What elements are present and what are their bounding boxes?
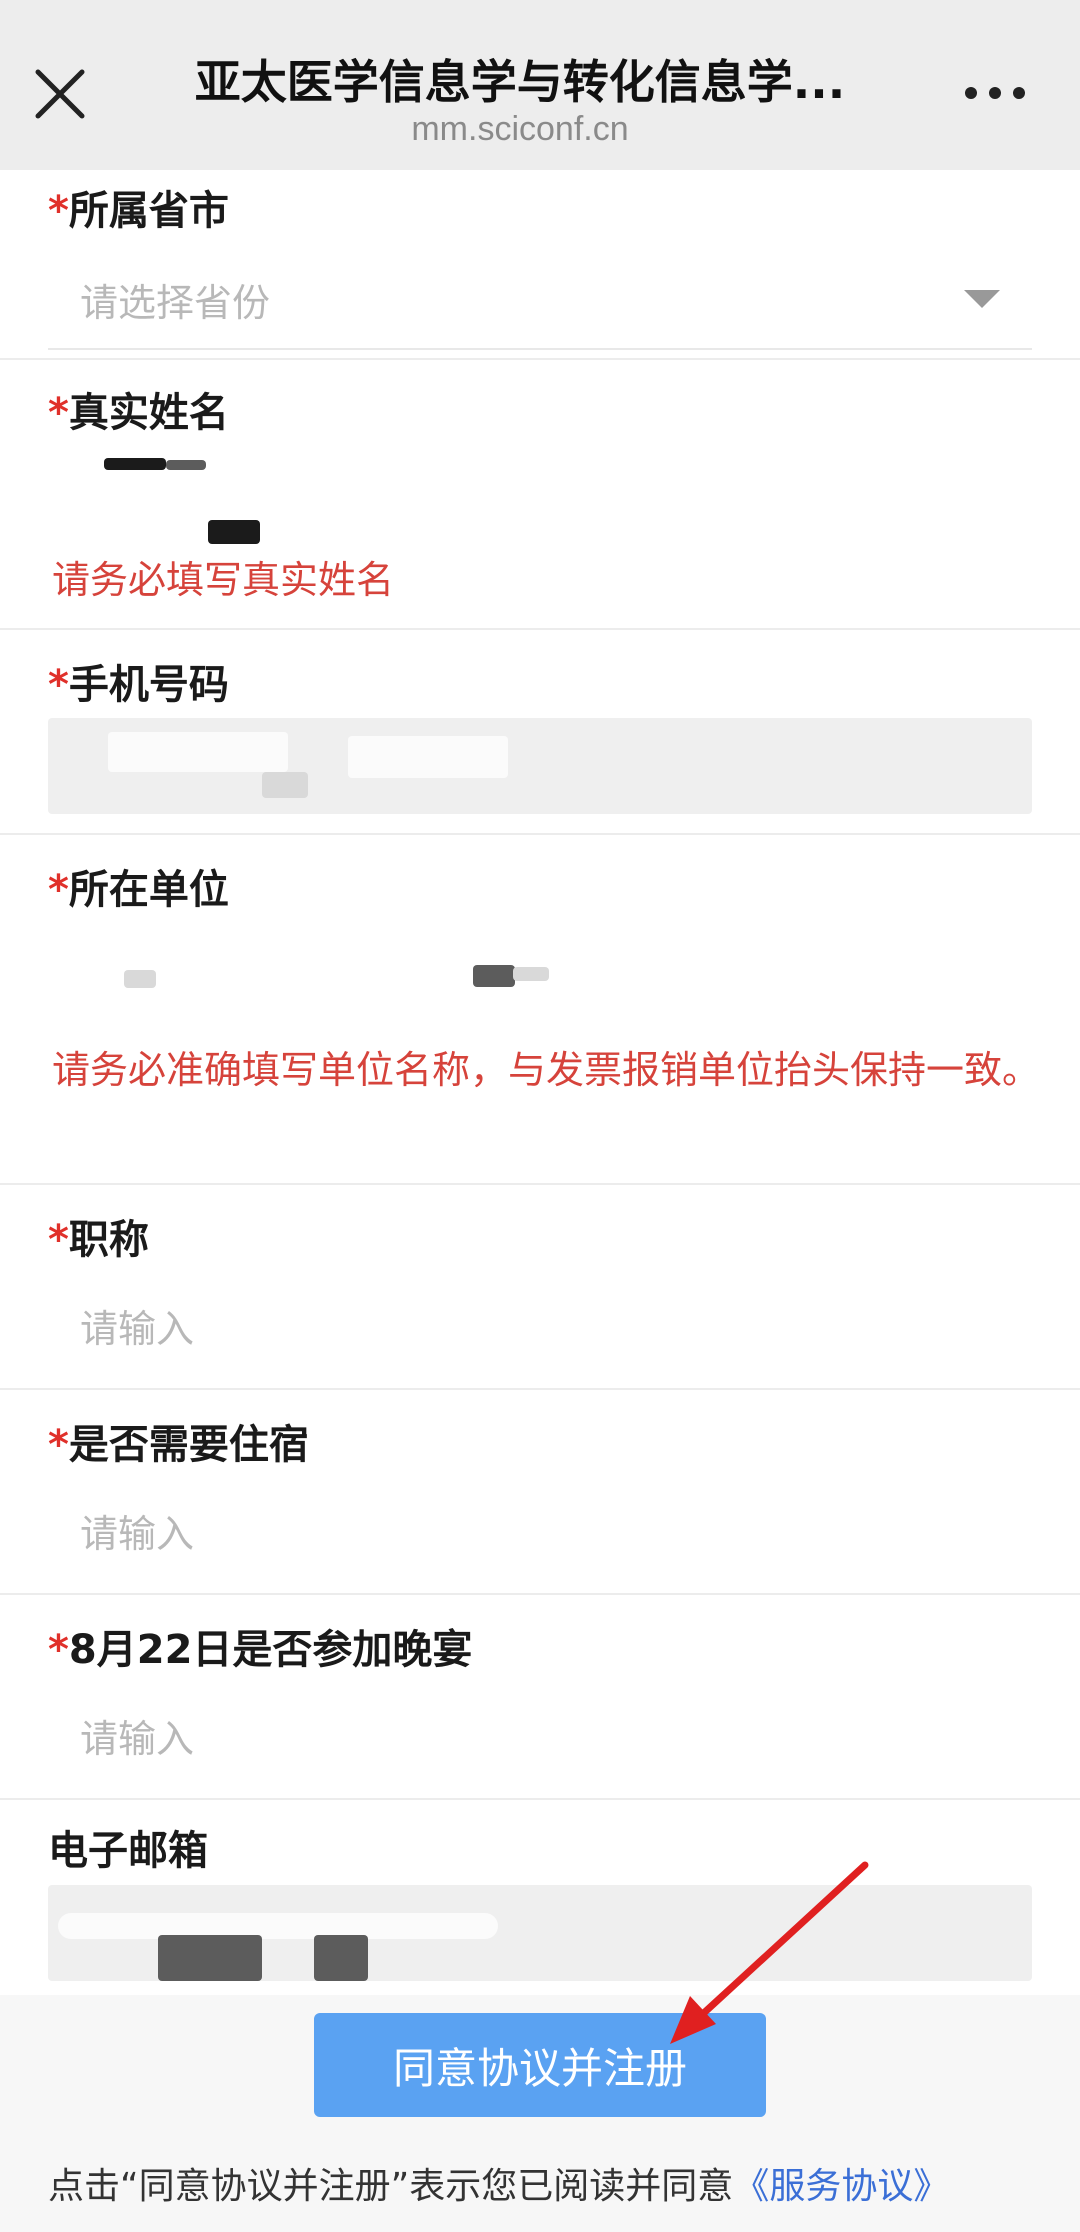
- redacted-text: [348, 736, 508, 778]
- more-dots-icon: [965, 87, 1025, 99]
- redacted-text: [108, 732, 288, 772]
- province-placeholder: 请选择省份: [80, 281, 271, 325]
- redacted-text: [124, 970, 156, 988]
- phone-label: *手机号码: [48, 652, 229, 710]
- email-label: 电子邮箱: [48, 1828, 208, 1874]
- required-mark: *: [48, 662, 69, 708]
- phone-section: *手机号码: [0, 630, 1080, 835]
- banquet-label: *8月22日是否参加晚宴: [48, 1617, 472, 1675]
- redacted-text: [166, 460, 206, 470]
- phone-label-text: 手机号码: [68, 662, 229, 708]
- real-name-section: *真实姓名 请务必填写真实姓名: [0, 360, 1080, 630]
- real-name-input[interactable]: [48, 440, 1032, 550]
- banquet-section: *8月22日是否参加晚宴 请输入: [0, 1595, 1080, 1800]
- accommodation-section: *是否需要住宿 请输入: [0, 1390, 1080, 1595]
- organization-input[interactable]: [48, 925, 1032, 1035]
- agree-and-register-button[interactable]: 同意协议并注册: [314, 2013, 766, 2117]
- registration-form: *所属省市 请选择省份 *真实姓名 请务必填写真实姓名 *手机号码 *所在单位: [0, 170, 1080, 1995]
- redacted-text: [158, 1935, 262, 1981]
- page-title: 亚太医学信息学与转化信息学...: [194, 55, 846, 109]
- organization-label-text: 所在单位: [68, 867, 229, 913]
- organization-label: *所在单位: [48, 857, 229, 915]
- close-icon: [35, 69, 85, 119]
- redacted-text: [262, 772, 308, 798]
- province-label-text: 所属省市: [68, 188, 229, 234]
- service-agreement-link[interactable]: 《服务协议》: [733, 2166, 949, 2207]
- close-button[interactable]: [28, 62, 92, 126]
- redacted-text: [513, 967, 549, 981]
- required-mark: *: [48, 1422, 69, 1468]
- required-mark: *: [48, 1627, 69, 1673]
- accommodation-label-text: 是否需要住宿: [68, 1422, 309, 1468]
- province-section: *所属省市 请选择省份: [0, 170, 1080, 360]
- job-title-label-text: 职称: [68, 1217, 149, 1263]
- accommodation-placeholder: 请输入: [80, 1512, 195, 1556]
- agreement-notice: 点击“同意协议并注册”表示您已阅读并同意《服务协议》: [48, 2157, 949, 2209]
- required-mark: *: [48, 867, 69, 913]
- footer: 同意协议并注册 点击“同意协议并注册”表示您已阅读并同意《服务协议》: [0, 1995, 1080, 2232]
- email-section: 电子邮箱: [0, 1800, 1080, 1995]
- province-label: *所属省市: [48, 178, 229, 236]
- top-bar: 亚太医学信息学与转化信息学... mm.sciconf.cn: [0, 0, 1080, 170]
- real-name-label-text: 真实姓名: [68, 390, 229, 436]
- province-select[interactable]: 请选择省份: [48, 250, 1032, 346]
- redacted-text: [208, 520, 260, 544]
- job-title-section: *职称 请输入: [0, 1185, 1080, 1390]
- redacted-text: [473, 965, 515, 987]
- banquet-label-text: 8月22日是否参加晚宴: [68, 1627, 473, 1673]
- more-button[interactable]: [955, 68, 1035, 118]
- required-mark: *: [48, 188, 69, 234]
- accommodation-label: *是否需要住宿: [48, 1412, 309, 1470]
- chevron-down-icon: [964, 290, 1000, 308]
- banquet-placeholder: 请输入: [80, 1717, 195, 1761]
- phone-input[interactable]: [48, 718, 1032, 814]
- page-url: mm.sciconf.cn: [411, 110, 629, 148]
- real-name-hint: 请务必填写真实姓名: [52, 558, 395, 602]
- province-underline: [48, 348, 1032, 350]
- job-title-placeholder: 请输入: [80, 1307, 195, 1351]
- redacted-text: [104, 458, 166, 470]
- required-mark: *: [48, 390, 69, 436]
- redacted-text: [58, 1913, 498, 1939]
- organization-hint: 请务必准确填写单位名称，与发票报销单位抬头保持一致。: [52, 1048, 1041, 1092]
- redacted-text: [314, 1935, 368, 1981]
- email-input[interactable]: [48, 1885, 1032, 1981]
- real-name-label: *真实姓名: [48, 380, 229, 438]
- job-title-label: *职称: [48, 1207, 149, 1265]
- job-title-input[interactable]: 请输入: [48, 1280, 1032, 1370]
- accommodation-input[interactable]: 请输入: [48, 1485, 1032, 1575]
- organization-section: *所在单位 请务必准确填写单位名称，与发票报销单位抬头保持一致。: [0, 835, 1080, 1185]
- banquet-input[interactable]: 请输入: [48, 1690, 1032, 1780]
- agreement-text: 点击“同意协议并注册”表示您已阅读并同意: [48, 2166, 734, 2207]
- required-mark: *: [48, 1217, 69, 1263]
